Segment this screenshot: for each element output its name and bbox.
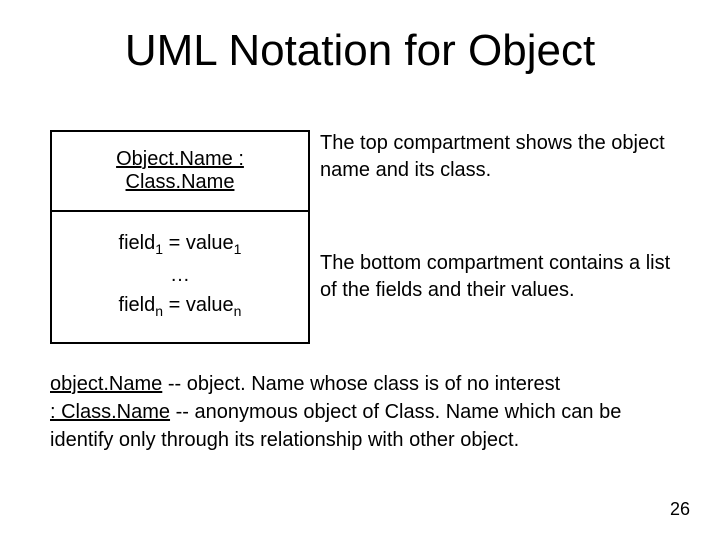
slide: UML Notation for Object Object.Name : Cl… (0, 0, 720, 540)
note2-term: : Class.Name (50, 401, 170, 423)
bottom-compartment-description: The bottom compartment contains a list o… (320, 250, 690, 304)
value1-sub: 1 (234, 241, 242, 257)
uml-bottom-compartment: field1 = value1 … fieldn = valuen (52, 212, 308, 342)
note-classname: : Class.Name -- anonymous object of Clas… (50, 398, 680, 454)
fieldn-eq: = value (163, 294, 234, 316)
note1-rest: -- object. Name whose class is of no int… (162, 373, 560, 395)
valuen-sub: n (234, 303, 242, 319)
top-compartment-description: The top compartment shows the object nam… (320, 130, 680, 184)
page-number: 26 (670, 499, 690, 520)
fieldn-name: field (119, 294, 156, 316)
uml-ellipsis: … (62, 260, 298, 290)
uml-object-box: Object.Name : Class.Name field1 = value1… (50, 130, 310, 344)
uml-field-row-1: field1 = value1 (62, 228, 298, 260)
fieldn-sub: n (155, 303, 163, 319)
field1-name: field (119, 232, 156, 254)
field1-eq: = value (163, 232, 234, 254)
note1-term: object.Name (50, 373, 162, 395)
uml-field-row-n: fieldn = valuen (62, 290, 298, 322)
note-objectname: object.Name -- object. Name whose class … (50, 370, 680, 398)
uml-top-compartment: Object.Name : Class.Name (52, 132, 308, 212)
field1-sub: 1 (155, 241, 163, 257)
slide-title: UML Notation for Object (0, 26, 720, 76)
notes-block: object.Name -- object. Name whose class … (50, 370, 680, 454)
